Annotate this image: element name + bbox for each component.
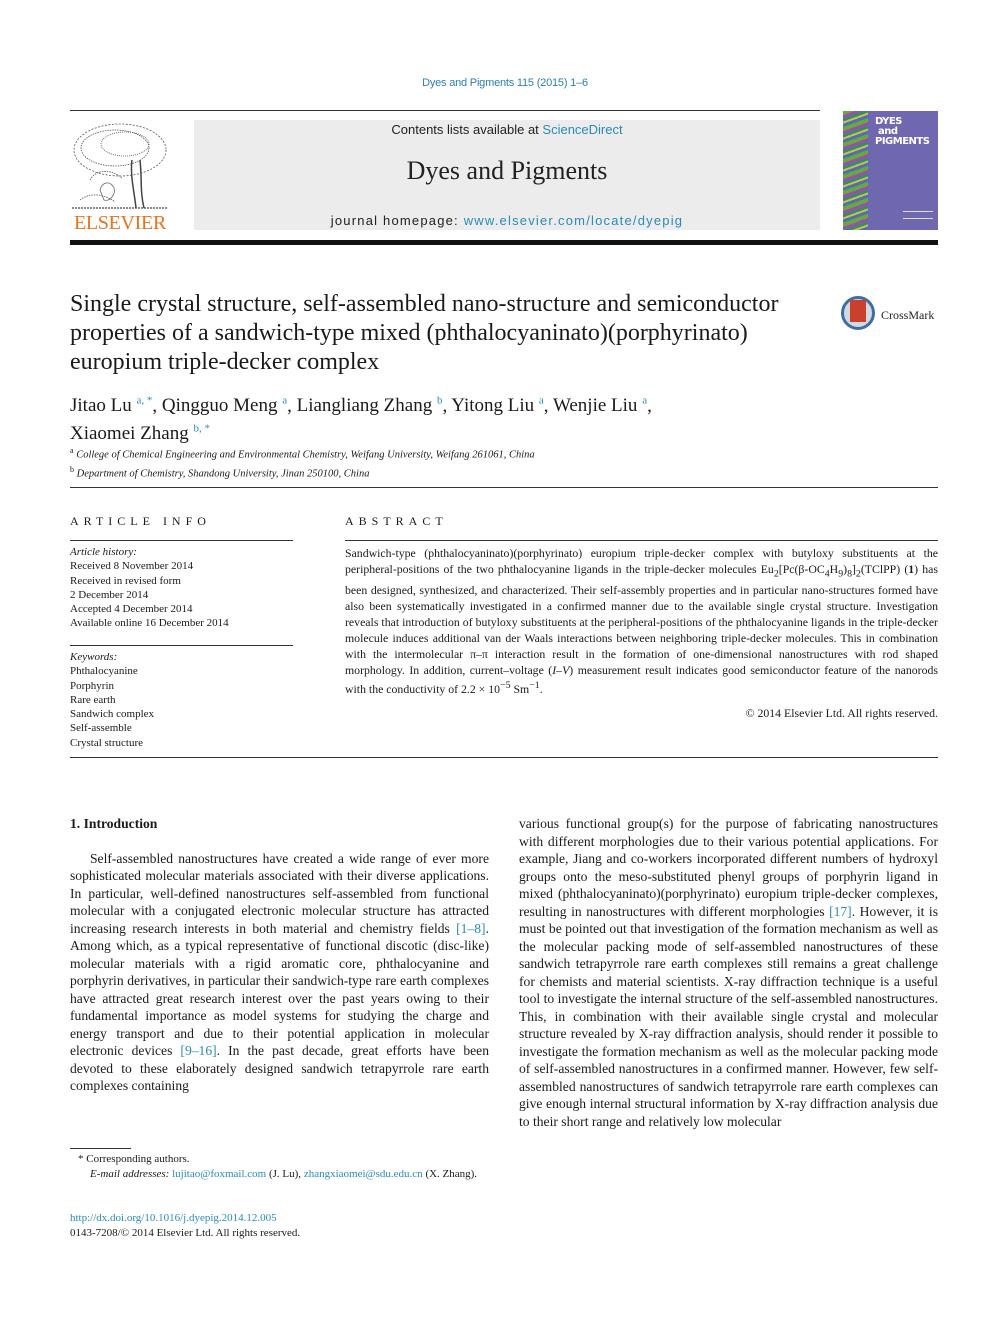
keyword: Self-assemble	[70, 722, 132, 735]
divider	[70, 540, 293, 541]
email-link[interactable]: lujitao@foxmail.com	[172, 1168, 266, 1180]
crossmark-label: CrossMark	[881, 308, 935, 322]
cover-publisher-mark	[903, 211, 933, 219]
cover-title: DYES and PIGMENTS	[875, 116, 930, 147]
footnote-rule	[70, 1148, 131, 1149]
divider	[70, 757, 938, 758]
body-column-left: 1. Introduction Self-assembled nanostruc…	[70, 815, 489, 1095]
section-divider	[70, 487, 938, 488]
masthead-rule	[70, 240, 938, 245]
doi-block: http://dx.doi.org/10.1016/j.dyepig.2014.…	[70, 1211, 300, 1241]
elsevier-logo[interactable]: ELSEVIER	[68, 118, 172, 234]
copyright-notice: © 2014 Elsevier Ltd. All rights reserved…	[745, 706, 938, 720]
keyword: Phthalocyanine	[70, 665, 138, 678]
journal-cover-image[interactable]: DYES and PIGMENTS	[843, 111, 938, 230]
sciencedirect-link[interactable]: ScienceDirect	[542, 122, 622, 137]
keywords-label: Keywords:	[70, 651, 118, 663]
keywords: Keywords: Phthalocyanine Porphyrin Rare …	[70, 650, 154, 750]
issn-copyright: 0143-7208/© 2014 Elsevier Ltd. All right…	[70, 1227, 301, 1239]
body-column-right: various functional group(s) for the purp…	[519, 815, 938, 1130]
abstract-heading: ABSTRACT	[345, 514, 448, 528]
affiliation: a College of Chemical Engineering and En…	[70, 446, 535, 461]
affiliations: a College of Chemical Engineering and En…	[70, 444, 535, 481]
homepage-line: journal homepage: www.elsevier.com/locat…	[194, 213, 820, 228]
article-title: Single crystal structure, self-assembled…	[70, 291, 779, 375]
author[interactable]: Wenjie Liu a	[553, 395, 647, 416]
history-item: Accepted 4 December 2014	[70, 603, 193, 616]
keyword: Rare earth	[70, 693, 116, 706]
homepage-prefix: journal homepage:	[330, 213, 464, 228]
history-item: Received 8 November 2014	[70, 560, 194, 573]
journal-citation-link[interactable]: Dyes and Pigments 115 (2015) 1–6	[0, 77, 992, 89]
divider	[345, 540, 938, 541]
author[interactable]: Liangliang Zhang b	[297, 395, 443, 416]
history-item: 2 December 2014	[70, 588, 149, 601]
citation-link[interactable]: [1–8]	[456, 921, 485, 936]
crossmark-button[interactable]: CrossMark	[841, 296, 941, 336]
elsevier-tree-icon	[72, 123, 168, 209]
journal-title: Dyes and Pigments	[406, 156, 608, 185]
keyword: Sandwich complex	[70, 708, 155, 721]
crossmark-ribbon	[850, 300, 866, 322]
abstract-text: Sandwich-type (phthalocyaninato)(porphyr…	[345, 546, 939, 697]
header-rule	[70, 110, 820, 111]
paragraph: various functional group(s) for the purp…	[519, 816, 938, 1129]
author[interactable]: Qingguo Meng a	[162, 395, 287, 416]
elsevier-wordmark: ELSEVIER	[73, 212, 167, 234]
divider	[70, 645, 293, 646]
citation-link[interactable]: [9–16]	[180, 1043, 216, 1058]
email-note: E-mail addresses: lujitao@foxmail.com (J…	[90, 1167, 478, 1180]
history-item: Available online 16 December 2014	[70, 617, 229, 630]
keyword: Porphyrin	[70, 679, 114, 692]
journal-masthead: Contents lists available at ScienceDirec…	[194, 120, 820, 230]
doi-link[interactable]: http://dx.doi.org/10.1016/j.dyepig.2014.…	[70, 1212, 277, 1224]
paragraph: Self-assembled nanostructures have creat…	[70, 850, 489, 1094]
email-link[interactable]: zhangxiaomei@sdu.edu.cn	[304, 1168, 423, 1180]
cover-pattern	[843, 111, 868, 230]
author[interactable]: Yitong Liu a	[451, 395, 544, 416]
author-list: Jitao Lu a, *, Qingguo Meng a, Lianglian…	[70, 395, 652, 444]
article-history: Article history: Received 8 November 201…	[70, 545, 229, 631]
footnotes: * Corresponding authors. E-mail addresse…	[70, 1152, 489, 1181]
corresponding-note: * Corresponding authors.	[78, 1153, 190, 1165]
article-info-heading: ARTICLE INFO	[70, 514, 211, 528]
citation-link[interactable]: [17]	[829, 904, 852, 919]
author[interactable]: Jitao Lu a, *	[70, 395, 152, 416]
history-label: Article history:	[70, 546, 137, 558]
contents-line: Contents lists available at ScienceDirec…	[194, 122, 820, 137]
journal-homepage-link[interactable]: www.elsevier.com/locate/dyepig	[464, 213, 684, 228]
keyword: Crystal structure	[70, 736, 144, 749]
crossmark-icon	[841, 296, 875, 330]
author[interactable]: Xiaomei Zhang b, *	[70, 422, 210, 443]
affiliation: b Department of Chemistry, Shandong Univ…	[70, 464, 370, 480]
contents-prefix: Contents lists available at	[391, 122, 543, 137]
section-heading: 1. Introduction	[70, 816, 158, 831]
history-item: Received in revised form	[70, 574, 181, 587]
